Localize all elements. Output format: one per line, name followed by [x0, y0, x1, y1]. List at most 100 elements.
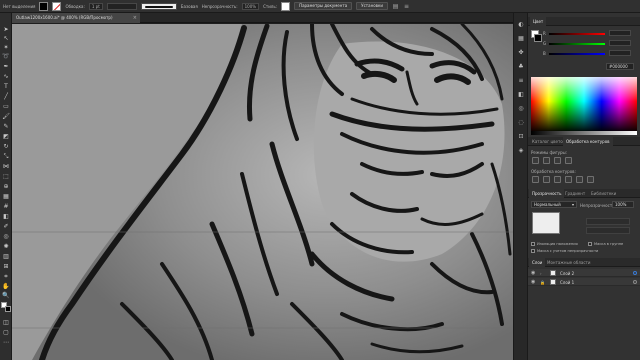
color-panel-header: Цвет	[528, 17, 640, 26]
blend-mode-dropdown[interactable]: Нормальный ▾	[531, 201, 577, 208]
document-tab[interactable]: Outlaw1200x1600.ai* @ 400% (RGB/Просмотр…	[12, 13, 140, 23]
slice-tool-icon[interactable]: ⌗	[2, 273, 10, 280]
tab-transparency[interactable]: Прозрачность	[529, 189, 565, 198]
gradient-tool-icon[interactable]: ◧	[2, 213, 10, 220]
gradient-panel-icon[interactable]: ◧	[517, 91, 525, 99]
mesh-tool-icon[interactable]: #	[2, 203, 10, 210]
divide-button[interactable]	[532, 176, 539, 183]
blue-slider[interactable]: B	[543, 50, 635, 57]
isolate-blending-label: Изоляция наложения	[537, 242, 578, 246]
document-setup-button[interactable]: Параметры документа	[294, 2, 353, 10]
eye-icon[interactable]: ◉	[531, 279, 535, 285]
release-mask-button[interactable]	[586, 227, 630, 234]
eye-icon[interactable]: ◉	[531, 270, 535, 276]
variable-width-dropdown[interactable]	[106, 2, 137, 10]
type-tool-icon[interactable]: T	[2, 83, 10, 90]
selection-tool-icon[interactable]: ➤	[2, 26, 10, 33]
opacity-input[interactable]: 100%	[241, 2, 260, 10]
rotate-tool-icon[interactable]: ↻	[2, 143, 10, 150]
pen-tool-icon[interactable]: ✒	[2, 63, 10, 70]
unite-button[interactable]	[532, 157, 539, 164]
layers-panel-icon[interactable]: ◈	[517, 147, 525, 155]
draw-mode-icon[interactable]: ◫	[2, 319, 10, 326]
graphic-styles-panel-icon[interactable]: ⊡	[517, 133, 525, 141]
stroke-weight-dropdown[interactable]: 1 pt	[88, 2, 103, 10]
trim-button[interactable]	[543, 176, 550, 183]
layer-row[interactable]: ◉ › Слой 2	[528, 269, 640, 277]
menu-icon[interactable]: ≡	[403, 3, 410, 10]
shape-builder-tool-icon[interactable]: ⊕	[2, 183, 10, 190]
intersect-button[interactable]	[554, 157, 561, 164]
arrange-icon[interactable]: ▤	[392, 3, 399, 10]
green-slider[interactable]: G	[543, 40, 635, 47]
target-icon[interactable]	[633, 280, 637, 284]
preferences-button[interactable]: Установки	[356, 2, 389, 10]
eyedropper-tool-icon[interactable]: ✐	[2, 223, 10, 230]
tab-pathfinder[interactable]: Обработка контуров	[563, 137, 613, 146]
perspective-grid-tool-icon[interactable]: ▦	[2, 193, 10, 200]
symbol-sprayer-tool-icon[interactable]: ✺	[2, 243, 10, 250]
tab-libraries[interactable]: Библиотеки	[588, 189, 619, 198]
opacity-mask-checkbox[interactable]	[531, 249, 535, 253]
stroke-panel-icon[interactable]: ≡	[517, 77, 525, 85]
close-tab-icon[interactable]: ×	[133, 13, 137, 23]
screen-mode-icon[interactable]: ▢	[2, 329, 10, 336]
color-stroke-proxy[interactable]	[534, 34, 542, 42]
zoom-tool-icon[interactable]: 🔍	[2, 292, 10, 299]
line-tool-icon[interactable]: ╱	[2, 93, 10, 100]
panel-dock: ◐ ▦ ✤ ♣ ≡ ◧ ◎ ◌ ⊡ ◈	[513, 13, 527, 360]
brush-preview[interactable]	[140, 2, 177, 10]
tab-gradient[interactable]: Градиент	[562, 189, 588, 198]
eraser-tool-icon[interactable]: ◩	[2, 133, 10, 140]
merge-button[interactable]	[554, 176, 561, 183]
crop-button[interactable]	[565, 176, 572, 183]
color-panel-tab[interactable]: Цвет	[530, 17, 547, 26]
hex-input[interactable]: #000000	[606, 63, 634, 70]
column-graph-tool-icon[interactable]: ▥	[2, 253, 10, 260]
minus-back-button[interactable]	[587, 176, 594, 183]
paintbrush-tool-icon[interactable]: 🖌	[2, 113, 10, 120]
layer-name[interactable]: Слой 1	[560, 280, 574, 285]
exclude-button[interactable]	[565, 157, 572, 164]
blend-tool-icon[interactable]: ◎	[2, 233, 10, 240]
isolate-blending-checkbox[interactable]	[531, 242, 535, 246]
minus-front-button[interactable]	[543, 157, 550, 164]
curvature-tool-icon[interactable]: ∿	[2, 73, 10, 80]
swatches-panel-icon[interactable]: ▦	[517, 35, 525, 43]
free-transform-tool-icon[interactable]: ⬚	[2, 173, 10, 180]
lock-icon[interactable]: 🔒	[540, 280, 545, 285]
transparency-panel-icon[interactable]: ◎	[517, 105, 525, 113]
hand-tool-icon[interactable]: ✋	[2, 283, 10, 290]
knockout-group-checkbox[interactable]	[588, 242, 592, 246]
rectangle-tool-icon[interactable]: ▭	[2, 103, 10, 110]
color-spectrum[interactable]	[531, 77, 637, 131]
fill-swatch[interactable]	[39, 1, 49, 11]
layer-name[interactable]: Слой 2	[560, 271, 574, 276]
artboard-canvas[interactable]	[12, 24, 513, 360]
direct-selection-tool-icon[interactable]: ↖	[2, 35, 10, 42]
scale-tool-icon[interactable]: ⤡	[2, 153, 10, 160]
layer-row[interactable]: ◉ 🔒 Слой 1	[528, 278, 640, 286]
style-swatch[interactable]	[281, 1, 291, 11]
edit-toolbar-icon[interactable]: ⋯	[2, 339, 10, 346]
toolbar-stroke-swatch[interactable]	[5, 306, 11, 312]
appearance-panel-icon[interactable]: ◌	[517, 119, 525, 127]
width-tool-icon[interactable]: ⋈	[2, 163, 10, 170]
target-icon[interactable]	[633, 271, 637, 275]
brushes-panel-icon[interactable]: ✤	[517, 49, 525, 57]
transparency-opacity-input[interactable]: 100%	[612, 201, 634, 208]
artboard-tool-icon[interactable]: ⊞	[2, 263, 10, 270]
outline-button[interactable]	[576, 176, 583, 183]
symbols-panel-icon[interactable]: ♣	[517, 63, 525, 71]
magic-wand-tool-icon[interactable]: ✶	[2, 44, 10, 51]
make-mask-button[interactable]	[586, 218, 630, 225]
stroke-swatch[interactable]	[52, 1, 62, 11]
expand-arrow-icon[interactable]: ›	[540, 271, 542, 276]
pencil-tool-icon[interactable]: ✎	[2, 123, 10, 130]
color-panel-icon[interactable]: ◐	[517, 21, 525, 29]
lasso-tool-icon[interactable]: ➰	[2, 53, 10, 60]
tab-artboards[interactable]: Монтажные области	[544, 258, 593, 267]
red-slider[interactable]: R	[543, 30, 635, 37]
tab-layers[interactable]: Слои	[529, 258, 546, 267]
grayscale-ramp[interactable]	[531, 131, 637, 135]
